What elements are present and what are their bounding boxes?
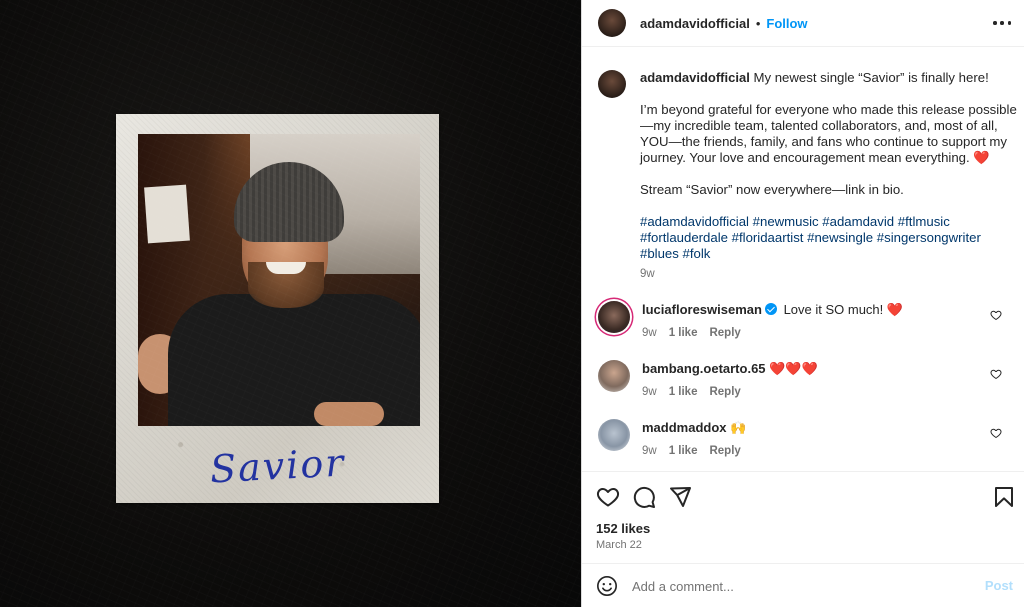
comment-item: maddmaddox 🙌 9w 1 like Reply [598,419,1018,460]
action-bar: 152 likes March 22 [582,471,1024,563]
caption-block: adamdavidofficial My newest single “Savi… [598,70,1018,282]
comment-emoji: ❤️❤️❤️ [769,361,818,376]
comment-text: Love it SO much! [779,302,887,317]
caption-paragraph3: Stream “Savior” now everywhere—link in b… [640,182,904,197]
comment-emoji: ❤️ [886,302,904,317]
commenter-username[interactable]: bambang.oetarto.65 [642,361,766,376]
like-comment-heart-icon[interactable] [990,427,1002,439]
avatar[interactable] [598,9,626,37]
caption-line1: My newest single “Savior” is finally her… [749,70,989,85]
caption-username[interactable]: adamdavidofficial [640,70,750,85]
add-comment-bar: Post [582,563,1024,607]
comment-likes[interactable]: 1 like [669,383,698,401]
comment-time: 9w [642,386,657,398]
commenter-avatar[interactable] [598,360,630,392]
caption-paragraph2: I’m beyond grateful for everyone who mad… [640,102,1017,165]
post-header: adamdavidofficial • Follow [582,0,1024,47]
comment-icon[interactable] [632,485,656,509]
like-comment-heart-icon[interactable] [990,368,1002,380]
separator-dot: • [755,15,761,31]
more-options-icon[interactable] [993,14,1011,32]
follow-button[interactable]: Follow [766,16,807,31]
author-username[interactable]: adamdavidofficial [640,16,750,31]
bookmark-icon[interactable] [992,485,1016,509]
emoji-icon[interactable] [596,575,618,597]
comment-input[interactable] [632,574,962,598]
post-panel: adamdavidofficial • Follow adamdavidoffi… [581,0,1024,607]
commenter-avatar[interactable] [598,301,630,333]
post-comment-button[interactable]: Post [985,578,1013,593]
comments-scroll[interactable]: adamdavidofficial My newest single “Savi… [582,48,1024,470]
like-comment-heart-icon[interactable] [990,309,1002,321]
likes-count[interactable]: 152 likes [596,521,650,536]
caption-avatar[interactable] [598,70,626,98]
comment-emoji: 🙌 [730,420,747,435]
heart-emoji: ❤️ [973,150,990,165]
comment-time: 9w [642,327,657,339]
post-date: March 22 [596,539,642,551]
post-media[interactable]: Savior [0,0,581,607]
portrait-photo [138,134,420,426]
comment-likes[interactable]: 1 like [669,324,698,342]
caption-hashtags[interactable]: #adamdavidofficial #newmusic #adamdavid … [640,214,1017,262]
commenter-avatar[interactable] [598,419,630,451]
reply-button[interactable]: Reply [709,442,740,460]
handwritten-title: Savior [208,440,347,492]
polaroid-image: Savior [116,114,439,503]
commenter-username[interactable]: luciafloreswiseman [642,302,762,317]
send-icon[interactable] [668,485,692,509]
comment-likes[interactable]: 1 like [669,442,698,460]
verified-badge-icon [764,303,777,315]
reply-button[interactable]: Reply [709,324,740,342]
reply-button[interactable]: Reply [709,383,740,401]
comment-item: luciafloreswiseman Love it SO much! ❤️ 9… [598,301,1018,342]
comment-time: 9w [642,445,657,457]
heart-icon[interactable] [596,485,620,509]
commenter-username[interactable]: maddmaddox [642,420,727,435]
caption-time: 9w [640,268,655,280]
comment-item: bambang.oetarto.65 ❤️❤️❤️ 9w 1 like Repl… [598,360,1018,401]
